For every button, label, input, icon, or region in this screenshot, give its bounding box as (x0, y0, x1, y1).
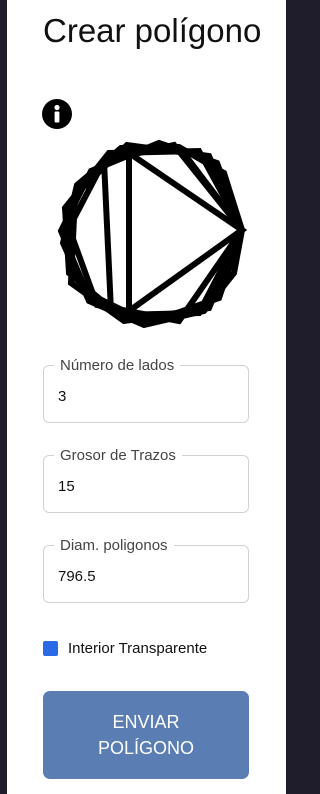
stroke-width-label: Grosor de Trazos (54, 446, 182, 466)
transparent-interior-label[interactable]: Interior Transparente (68, 640, 207, 657)
stroke-width-field: Grosor de Trazos (43, 446, 249, 513)
form-panel: Crear polígono Número de lados Grosor de… (7, 0, 286, 794)
stroke-width-input[interactable] (58, 476, 228, 496)
polygon-preview (57, 139, 248, 329)
diameter-field: Diam. poligonos (43, 536, 249, 603)
sides-field: Número de lados (43, 356, 249, 423)
sides-label: Número de lados (54, 356, 181, 376)
diameter-input[interactable] (58, 566, 228, 586)
diameter-label: Diam. poligonos (54, 536, 174, 556)
transparent-interior-checkbox[interactable] (43, 640, 58, 656)
polygon-chord-1 (101, 160, 114, 312)
info-icon[interactable] (42, 99, 72, 129)
submit-polygon-button[interactable]: ENVIAR POLÍGONO (43, 691, 249, 779)
submit-polygon-label: ENVIAR POLÍGONO (97, 712, 195, 758)
transparent-interior-row: Interior Transparente (43, 639, 207, 657)
sides-input[interactable] (58, 386, 228, 406)
page-title: Crear polígono (43, 12, 262, 49)
